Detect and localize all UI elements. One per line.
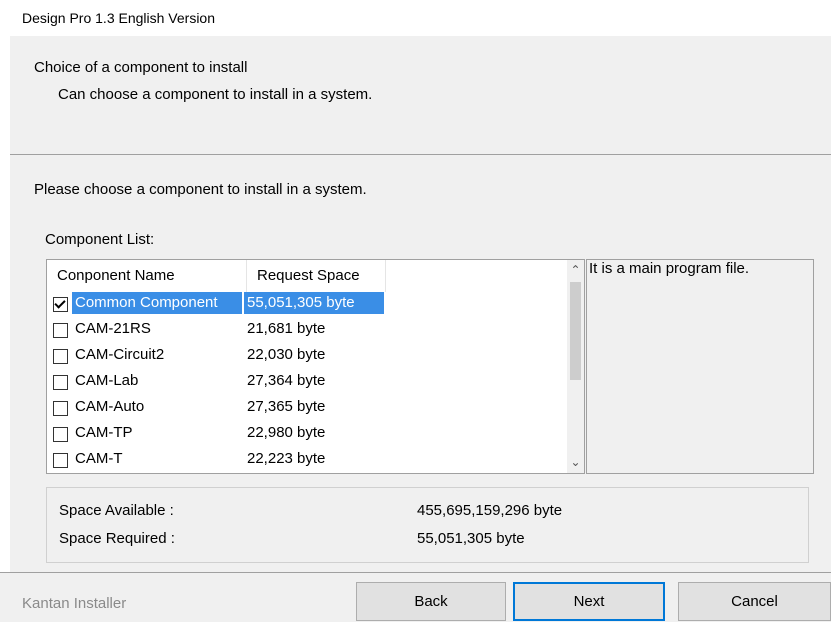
wizard-header: Choice of a component to install Can cho… — [10, 36, 831, 155]
wizard-body: Please choose a component to install in … — [10, 155, 831, 572]
column-header-name[interactable]: Conponent Name — [47, 260, 247, 292]
component-list[interactable]: Conponent Name Request Space Common Comp… — [46, 259, 585, 474]
component-list-label: Component List: — [45, 231, 155, 248]
space-required-label: Space Required : — [59, 530, 175, 547]
installer-brand: Kantan Installer — [22, 595, 127, 612]
next-button[interactable]: Next — [513, 582, 665, 621]
component-checkbox[interactable] — [53, 427, 68, 442]
page-heading: Choice of a component to install — [34, 59, 248, 76]
component-size: 22,030 byte — [247, 346, 326, 363]
list-item[interactable]: CAM-TP 22,980 byte — [47, 422, 567, 448]
list-header: Conponent Name Request Space — [47, 260, 567, 292]
vertical-scrollbar[interactable]: ⌃ ⌄ — [567, 260, 584, 473]
instruction-text: Please choose a component to install in … — [34, 181, 367, 198]
space-available-label: Space Available : — [59, 502, 174, 519]
component-checkbox[interactable] — [53, 453, 68, 468]
component-checkbox[interactable] — [53, 349, 68, 364]
component-size: 22,223 byte — [247, 450, 326, 467]
component-size: 22,980 byte — [247, 424, 326, 441]
component-name: Common Component — [72, 292, 242, 314]
component-checkbox[interactable] — [53, 323, 68, 338]
component-size: 27,364 byte — [247, 372, 326, 389]
list-item[interactable]: CAM-T 22,223 byte — [47, 448, 567, 473]
list-item[interactable]: Common Component 55,051,305 byte — [47, 292, 567, 318]
chevron-up-icon[interactable]: ⌃ — [567, 262, 584, 279]
page-subheading: Can choose a component to install in a s… — [58, 86, 373, 103]
window-title: Design Pro 1.3 English Version — [22, 10, 215, 26]
component-name: CAM-Auto — [75, 398, 145, 415]
scrollbar-thumb[interactable] — [570, 282, 581, 380]
component-rows: Common Component 55,051,305 byte CAM-21RS 2… — [47, 292, 567, 473]
cancel-button[interactable]: Cancel — [678, 582, 831, 621]
component-name: CAM-21RS — [75, 320, 151, 337]
component-name: CAM-T — [75, 450, 123, 467]
component-size: 55,051,305 byte — [244, 292, 384, 314]
description-panel: It is a main program file. — [586, 259, 814, 474]
component-checkbox[interactable] — [53, 375, 68, 390]
title-bar: Design Pro 1.3 English Version — [0, 0, 831, 36]
description-text: It is a main program file. — [589, 260, 750, 277]
list-item[interactable]: CAM-Auto 27,365 byte — [47, 396, 567, 422]
space-required-value: 55,051,305 byte — [417, 530, 525, 547]
column-header-size[interactable]: Request Space — [247, 260, 386, 292]
list-item[interactable]: CAM-Circuit2 22,030 byte — [47, 344, 567, 370]
component-size: 27,365 byte — [247, 398, 326, 415]
component-size: 21,681 byte — [247, 320, 326, 337]
wizard-footer: Kantan Installer Back Next Cancel — [0, 572, 831, 622]
space-available-value: 455,695,159,296 byte — [417, 502, 563, 519]
component-name: CAM-Circuit2 — [75, 346, 165, 363]
component-checkbox[interactable] — [53, 401, 68, 416]
chevron-down-icon[interactable]: ⌄ — [567, 454, 584, 471]
back-button[interactable]: Back — [356, 582, 506, 621]
component-name: CAM-Lab — [75, 372, 139, 389]
component-checkbox[interactable] — [53, 297, 68, 312]
space-info: Space Available : 455,695,159,296 byte S… — [46, 487, 809, 563]
list-item[interactable]: CAM-21RS 21,681 byte — [47, 318, 567, 344]
list-item[interactable]: CAM-Lab 27,364 byte — [47, 370, 567, 396]
component-name: CAM-TP — [75, 424, 133, 441]
